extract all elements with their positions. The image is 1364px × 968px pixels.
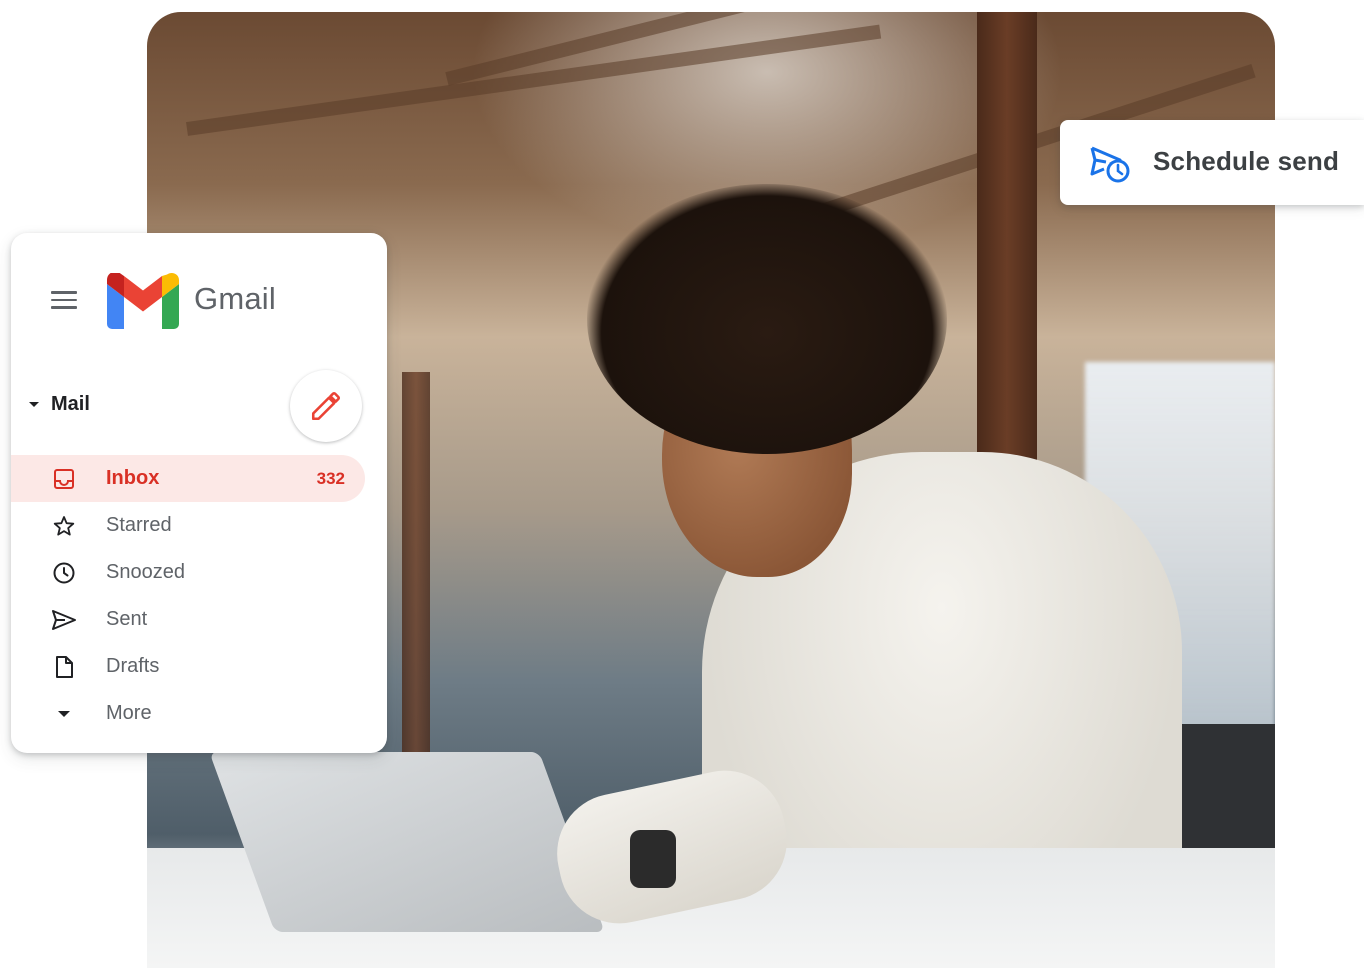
inbox-unread-count: 332	[316, 468, 345, 488]
send-icon	[51, 607, 77, 633]
nav-item-sent[interactable]: Sent	[11, 596, 387, 643]
schedule-send-icon	[1090, 146, 1130, 183]
gmail-wordmark: Gmail	[194, 281, 276, 316]
hamburger-menu-icon[interactable]	[51, 291, 77, 311]
pencil-icon	[311, 391, 341, 421]
nav-item-more[interactable]: More	[11, 690, 387, 737]
compose-button[interactable]	[290, 370, 362, 442]
clock-icon	[51, 560, 77, 586]
nav-item-label: Starred	[106, 514, 172, 536]
nav-item-label: Snoozed	[106, 561, 185, 583]
mail-section-label: Mail	[51, 393, 90, 415]
nav-item-label: Sent	[106, 608, 148, 630]
nav-item-drafts[interactable]: Drafts	[11, 643, 387, 690]
mail-nav: Inbox 332 Starred Snoozed Sent Drafts Mo…	[11, 455, 387, 737]
nav-item-inbox[interactable]: Inbox 332	[11, 455, 365, 502]
nav-item-label: More	[106, 702, 152, 724]
wooden-pillar	[402, 372, 430, 792]
ceiling-beam	[186, 24, 882, 136]
nav-item-label: Inbox	[106, 467, 160, 489]
chevron-down-icon	[51, 701, 77, 727]
person-hair	[587, 184, 947, 454]
schedule-send-label: Schedule send	[1153, 146, 1340, 176]
star-icon	[51, 513, 77, 539]
draft-icon	[51, 654, 77, 680]
nav-item-starred[interactable]: Starred	[11, 502, 387, 549]
nav-item-snoozed[interactable]: Snoozed	[11, 549, 387, 596]
wristwatch	[630, 830, 676, 888]
mail-section-toggle[interactable]: Mail	[29, 393, 90, 416]
caret-down-icon	[29, 402, 39, 407]
schedule-send-button[interactable]: Schedule send	[1060, 120, 1364, 205]
laptop	[209, 752, 605, 932]
wooden-pillar	[977, 12, 1037, 492]
inbox-icon	[51, 466, 77, 492]
nav-item-label: Drafts	[106, 655, 160, 677]
gmail-sidebar-card: Gmail Mail Inbox 332 Starred Snoozed Sen…	[11, 233, 387, 753]
gmail-logo-icon	[107, 273, 179, 329]
